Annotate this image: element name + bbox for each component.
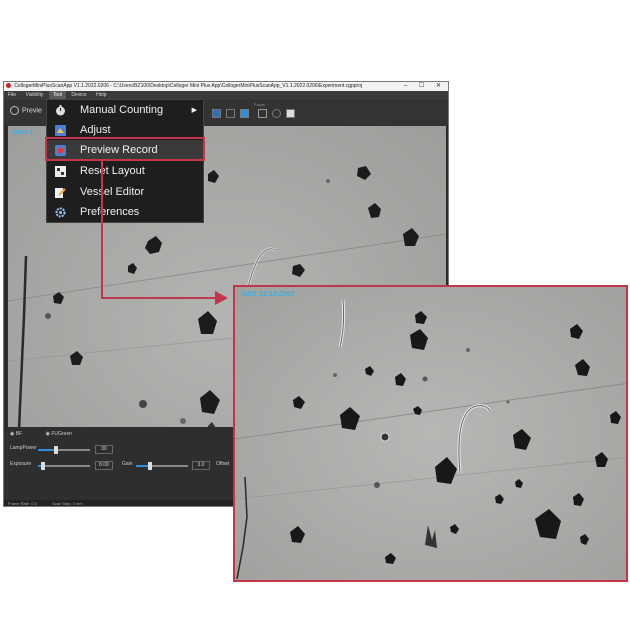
title-bar: CellogerMiniPlusScanApp V1.1.2022.0206 -… bbox=[4, 82, 448, 91]
gain-label: Gain bbox=[122, 461, 133, 467]
callout-connector-vertical bbox=[101, 160, 103, 298]
vessel-editor-icon bbox=[55, 188, 66, 198]
menu-item-label: Manual Counting bbox=[80, 104, 164, 116]
lamp-power-slider[interactable] bbox=[38, 446, 90, 454]
lamp-power-value[interactable]: 30 bbox=[95, 445, 113, 454]
exposure-label: Exposure bbox=[10, 461, 32, 467]
preview-record-zoom: 0d01:12:15.2500 bbox=[233, 285, 628, 582]
menu-visibility[interactable]: Visibility bbox=[21, 91, 47, 100]
gain-slider[interactable] bbox=[136, 462, 188, 470]
menu-item-manual-counting[interactable]: Manual Counting ▶ bbox=[47, 100, 203, 121]
focus-target-icon[interactable] bbox=[272, 109, 281, 118]
exposure-slider[interactable] bbox=[38, 462, 90, 470]
viewer-timestamp: 0d01:1 bbox=[14, 130, 34, 136]
callout-connector-horizontal bbox=[101, 297, 217, 299]
window-controls[interactable]: – ☐ ✕ bbox=[404, 82, 446, 91]
focus-group-label: Focus bbox=[254, 102, 265, 107]
menu-item-label: Adjust bbox=[80, 124, 111, 136]
gain-knob[interactable] bbox=[148, 462, 152, 470]
window-title: CellogerMiniPlusScanApp V1.1.2022.0206 -… bbox=[14, 83, 363, 89]
exposure-knob[interactable] bbox=[41, 462, 45, 470]
toolbar-check-button[interactable] bbox=[240, 109, 249, 118]
gain-value[interactable]: 3.0 bbox=[192, 461, 210, 470]
callout-arrow-icon bbox=[215, 291, 228, 305]
menu-item-label: Preferences bbox=[80, 206, 140, 218]
lamp-power-knob[interactable] bbox=[54, 446, 58, 454]
preview-circle-icon bbox=[10, 106, 19, 115]
preview-button[interactable]: Previe bbox=[10, 106, 42, 115]
fl-channel-label: FUGreen bbox=[51, 431, 72, 437]
preview-record-highlight bbox=[45, 137, 205, 161]
gear-icon bbox=[55, 207, 66, 218]
menu-item-label: Reset Layout bbox=[80, 165, 145, 177]
counter-icon bbox=[56, 105, 65, 116]
focus-crosshair-icon[interactable] bbox=[258, 109, 267, 118]
menu-item-vessel-editor[interactable]: Vessel Editor bbox=[47, 182, 203, 203]
lamp-power-label: LampPower bbox=[10, 445, 37, 451]
frame-rate-text: Frame Rate: 0.0 bbox=[8, 501, 37, 506]
zoom-timestamp: 0d01:12:15.2500 bbox=[241, 291, 295, 298]
zoomed-microscope-image bbox=[235, 287, 626, 580]
toolbar-button-1[interactable] bbox=[212, 109, 221, 118]
adjust-icon bbox=[55, 125, 66, 136]
layout-icon bbox=[55, 166, 66, 177]
menu-item-label: Vessel Editor bbox=[80, 186, 145, 198]
preview-label: Previe bbox=[22, 107, 42, 115]
menu-item-reset-layout[interactable]: Reset Layout bbox=[47, 161, 203, 182]
app-logo-icon bbox=[6, 83, 11, 89]
bf-channel-label: BF bbox=[15, 431, 23, 437]
toolbar-button-2[interactable] bbox=[226, 109, 235, 118]
menu-file[interactable]: File bbox=[4, 91, 20, 100]
scan-step-text: Scan Step: 3 mm bbox=[52, 501, 83, 506]
channel-row: ◉ BF ◉ FUGreen bbox=[10, 431, 72, 437]
exposure-value[interactable]: 8.00 bbox=[95, 461, 113, 470]
offset-label: Offset bbox=[216, 461, 230, 467]
menu-item-preferences[interactable]: Preferences bbox=[47, 202, 203, 223]
focus-grid-icon[interactable] bbox=[286, 109, 295, 118]
submenu-arrow-icon: ▶ bbox=[191, 107, 197, 114]
tool-dropdown-menu: Manual Counting ▶ Adjust Preview Record … bbox=[46, 99, 204, 223]
